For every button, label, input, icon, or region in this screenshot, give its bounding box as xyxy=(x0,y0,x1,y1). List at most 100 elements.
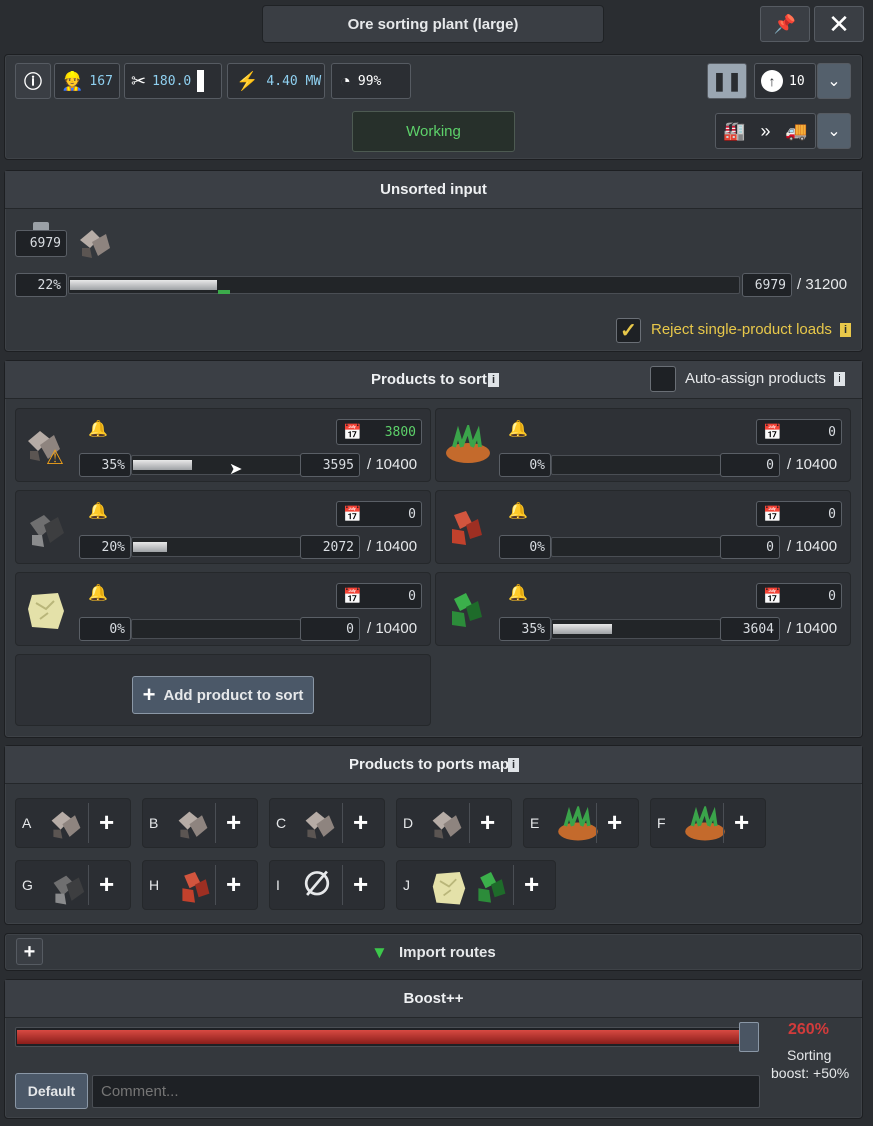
working-status-text: Working xyxy=(406,123,461,140)
quota-field[interactable]: 📅 0 xyxy=(756,419,842,445)
worker-icon: 👷 xyxy=(61,70,84,91)
close-button[interactable]: ✕ xyxy=(814,6,864,42)
chevron-down-icon: ⌄ xyxy=(827,123,841,140)
default-button[interactable]: Default xyxy=(15,1073,88,1109)
gauge-icon: ◔ xyxy=(340,70,351,91)
wrench-icon: ✂ xyxy=(131,70,147,91)
quota-field[interactable]: 📅 0 xyxy=(756,583,842,609)
bell-icon[interactable]: 🔔 xyxy=(88,501,108,521)
product-capacity: / 10400 xyxy=(367,620,418,637)
info-button[interactable]: ⓘ xyxy=(15,63,51,99)
port-slot[interactable]: A + xyxy=(15,798,131,848)
port-divider xyxy=(469,803,470,843)
product-capacity: / 10400 xyxy=(787,620,838,637)
product-percent: 0% xyxy=(499,453,551,477)
port-slot[interactable]: J + xyxy=(396,860,556,910)
workers-value: 167 xyxy=(89,73,113,89)
maintenance-gauge xyxy=(197,70,205,92)
calendar-clock-icon: 📅 xyxy=(763,505,782,523)
mouse-cursor-icon: ➤ xyxy=(229,461,243,478)
add-port-product-button[interactable]: + xyxy=(226,809,241,835)
calendar-clock-icon: 📅 xyxy=(763,423,782,441)
port-slot[interactable]: E + xyxy=(523,798,639,848)
input-amount: 6979 xyxy=(742,273,792,297)
add-port-product-button[interactable]: + xyxy=(607,809,622,835)
port-slot[interactable]: I + xyxy=(269,860,385,910)
port-slot[interactable]: F + xyxy=(650,798,766,848)
product-cell[interactable]: 🔔 📅 0 20% 2072/ 10400 xyxy=(15,490,431,564)
add-product-button[interactable]: + Add product to sort xyxy=(132,676,314,714)
quota-field[interactable]: 📅 0 xyxy=(756,501,842,527)
product-amount: 0 xyxy=(300,617,360,641)
bell-icon[interactable]: 🔔 xyxy=(508,501,528,521)
products-info-icon[interactable]: i xyxy=(488,372,499,387)
add-port-product-button[interactable]: + xyxy=(524,871,539,897)
port-slot[interactable]: C + xyxy=(269,798,385,848)
limestone-icon xyxy=(24,589,68,638)
green-rock-icon xyxy=(444,589,488,638)
ports-title: Products to ports map xyxy=(349,756,510,773)
add-port-product-button[interactable]: + xyxy=(353,809,368,835)
factory-icon: 🏭 xyxy=(723,120,746,141)
port-divider xyxy=(342,803,343,843)
product-progress-bar xyxy=(551,537,721,557)
add-port-product-button[interactable]: + xyxy=(480,809,495,835)
quota-field[interactable]: 📅 0 xyxy=(336,501,422,527)
port-letter: C xyxy=(276,815,287,831)
comment-input[interactable] xyxy=(92,1075,760,1108)
quota-value: 3800 xyxy=(384,424,416,440)
priority-indicator: ↑ 10 xyxy=(754,63,816,99)
pin-button[interactable]: 📌 xyxy=(760,6,810,42)
port-slot[interactable]: H + xyxy=(142,860,258,910)
reject-label[interactable]: Reject single-product loads xyxy=(651,321,832,338)
add-port-product-button[interactable]: + xyxy=(734,809,749,835)
product-cell[interactable]: 🔔 📅 0 0% 0/ 10400 xyxy=(15,572,431,646)
mixed-rock-icon xyxy=(48,806,84,847)
auto-assign-info-icon[interactable]: i xyxy=(834,372,845,386)
bell-icon[interactable]: 🔔 xyxy=(88,583,108,603)
add-port-product-button[interactable]: + xyxy=(99,809,114,835)
add-route-button[interactable]: + xyxy=(16,938,43,965)
product-cell[interactable]: 🔔 📅 0 0% 0/ 10400 xyxy=(435,490,851,564)
add-port-product-button[interactable]: + xyxy=(99,871,114,897)
bell-icon[interactable]: 🔔 xyxy=(508,583,528,603)
product-cell[interactable]: 🔔 📅 0 35% 3604/ 10400 xyxy=(435,572,851,646)
add-port-product-button[interactable]: + xyxy=(226,871,241,897)
port-slot[interactable]: B + xyxy=(142,798,258,848)
quota-value: 0 xyxy=(408,588,416,604)
close-icon: ✕ xyxy=(828,8,850,39)
port-letter: I xyxy=(276,877,280,893)
reject-checkbox[interactable]: ✓ xyxy=(616,318,641,343)
boost-desc-2: boost: +50% xyxy=(771,1065,850,1081)
ports-info-icon[interactable]: i xyxy=(508,757,519,772)
calendar-clock-icon: 📅 xyxy=(343,505,362,523)
product-percent: 0% xyxy=(499,535,551,559)
input-count: 6979 xyxy=(15,230,67,257)
maintenance-value: 180.0 xyxy=(152,73,192,89)
reject-info-icon[interactable]: i xyxy=(840,323,851,337)
logistics-dropdown[interactable]: ⌄ xyxy=(817,113,851,149)
quota-value: 0 xyxy=(828,588,836,604)
quota-field[interactable]: 📅 3800 xyxy=(336,419,422,445)
power-indicator: ⚡ 4.40 MW xyxy=(227,63,325,99)
mixed-rock-icon xyxy=(74,222,114,262)
input-progress-bar xyxy=(68,276,740,294)
auto-assign-label[interactable]: Auto-assign products xyxy=(685,370,826,387)
auto-assign-checkbox[interactable] xyxy=(650,366,676,392)
product-cell[interactable]: ⚠ 🔔 📅 3800 35% 3595 / 10400 xyxy=(15,408,431,482)
boost-slider-handle[interactable] xyxy=(739,1022,759,1052)
port-divider xyxy=(342,865,343,905)
quota-field[interactable]: 📅 0 xyxy=(336,583,422,609)
pause-button[interactable]: ❚❚ xyxy=(707,63,747,99)
port-slot[interactable]: D + xyxy=(396,798,512,848)
port-slot[interactable]: G + xyxy=(15,860,131,910)
product-amount: 3595 xyxy=(300,453,360,477)
plus-icon: + xyxy=(142,682,156,707)
bell-icon[interactable]: 🔔 xyxy=(88,419,108,439)
priority-dropdown[interactable]: ⌄ xyxy=(817,63,851,99)
product-amount: 0 xyxy=(720,535,780,559)
bell-icon[interactable]: 🔔 xyxy=(508,419,528,439)
boost-slider-track[interactable] xyxy=(15,1027,759,1047)
product-cell[interactable]: 🔔 📅 0 0% 0/ 10400 xyxy=(435,408,851,482)
add-port-product-button[interactable]: + xyxy=(353,871,368,897)
